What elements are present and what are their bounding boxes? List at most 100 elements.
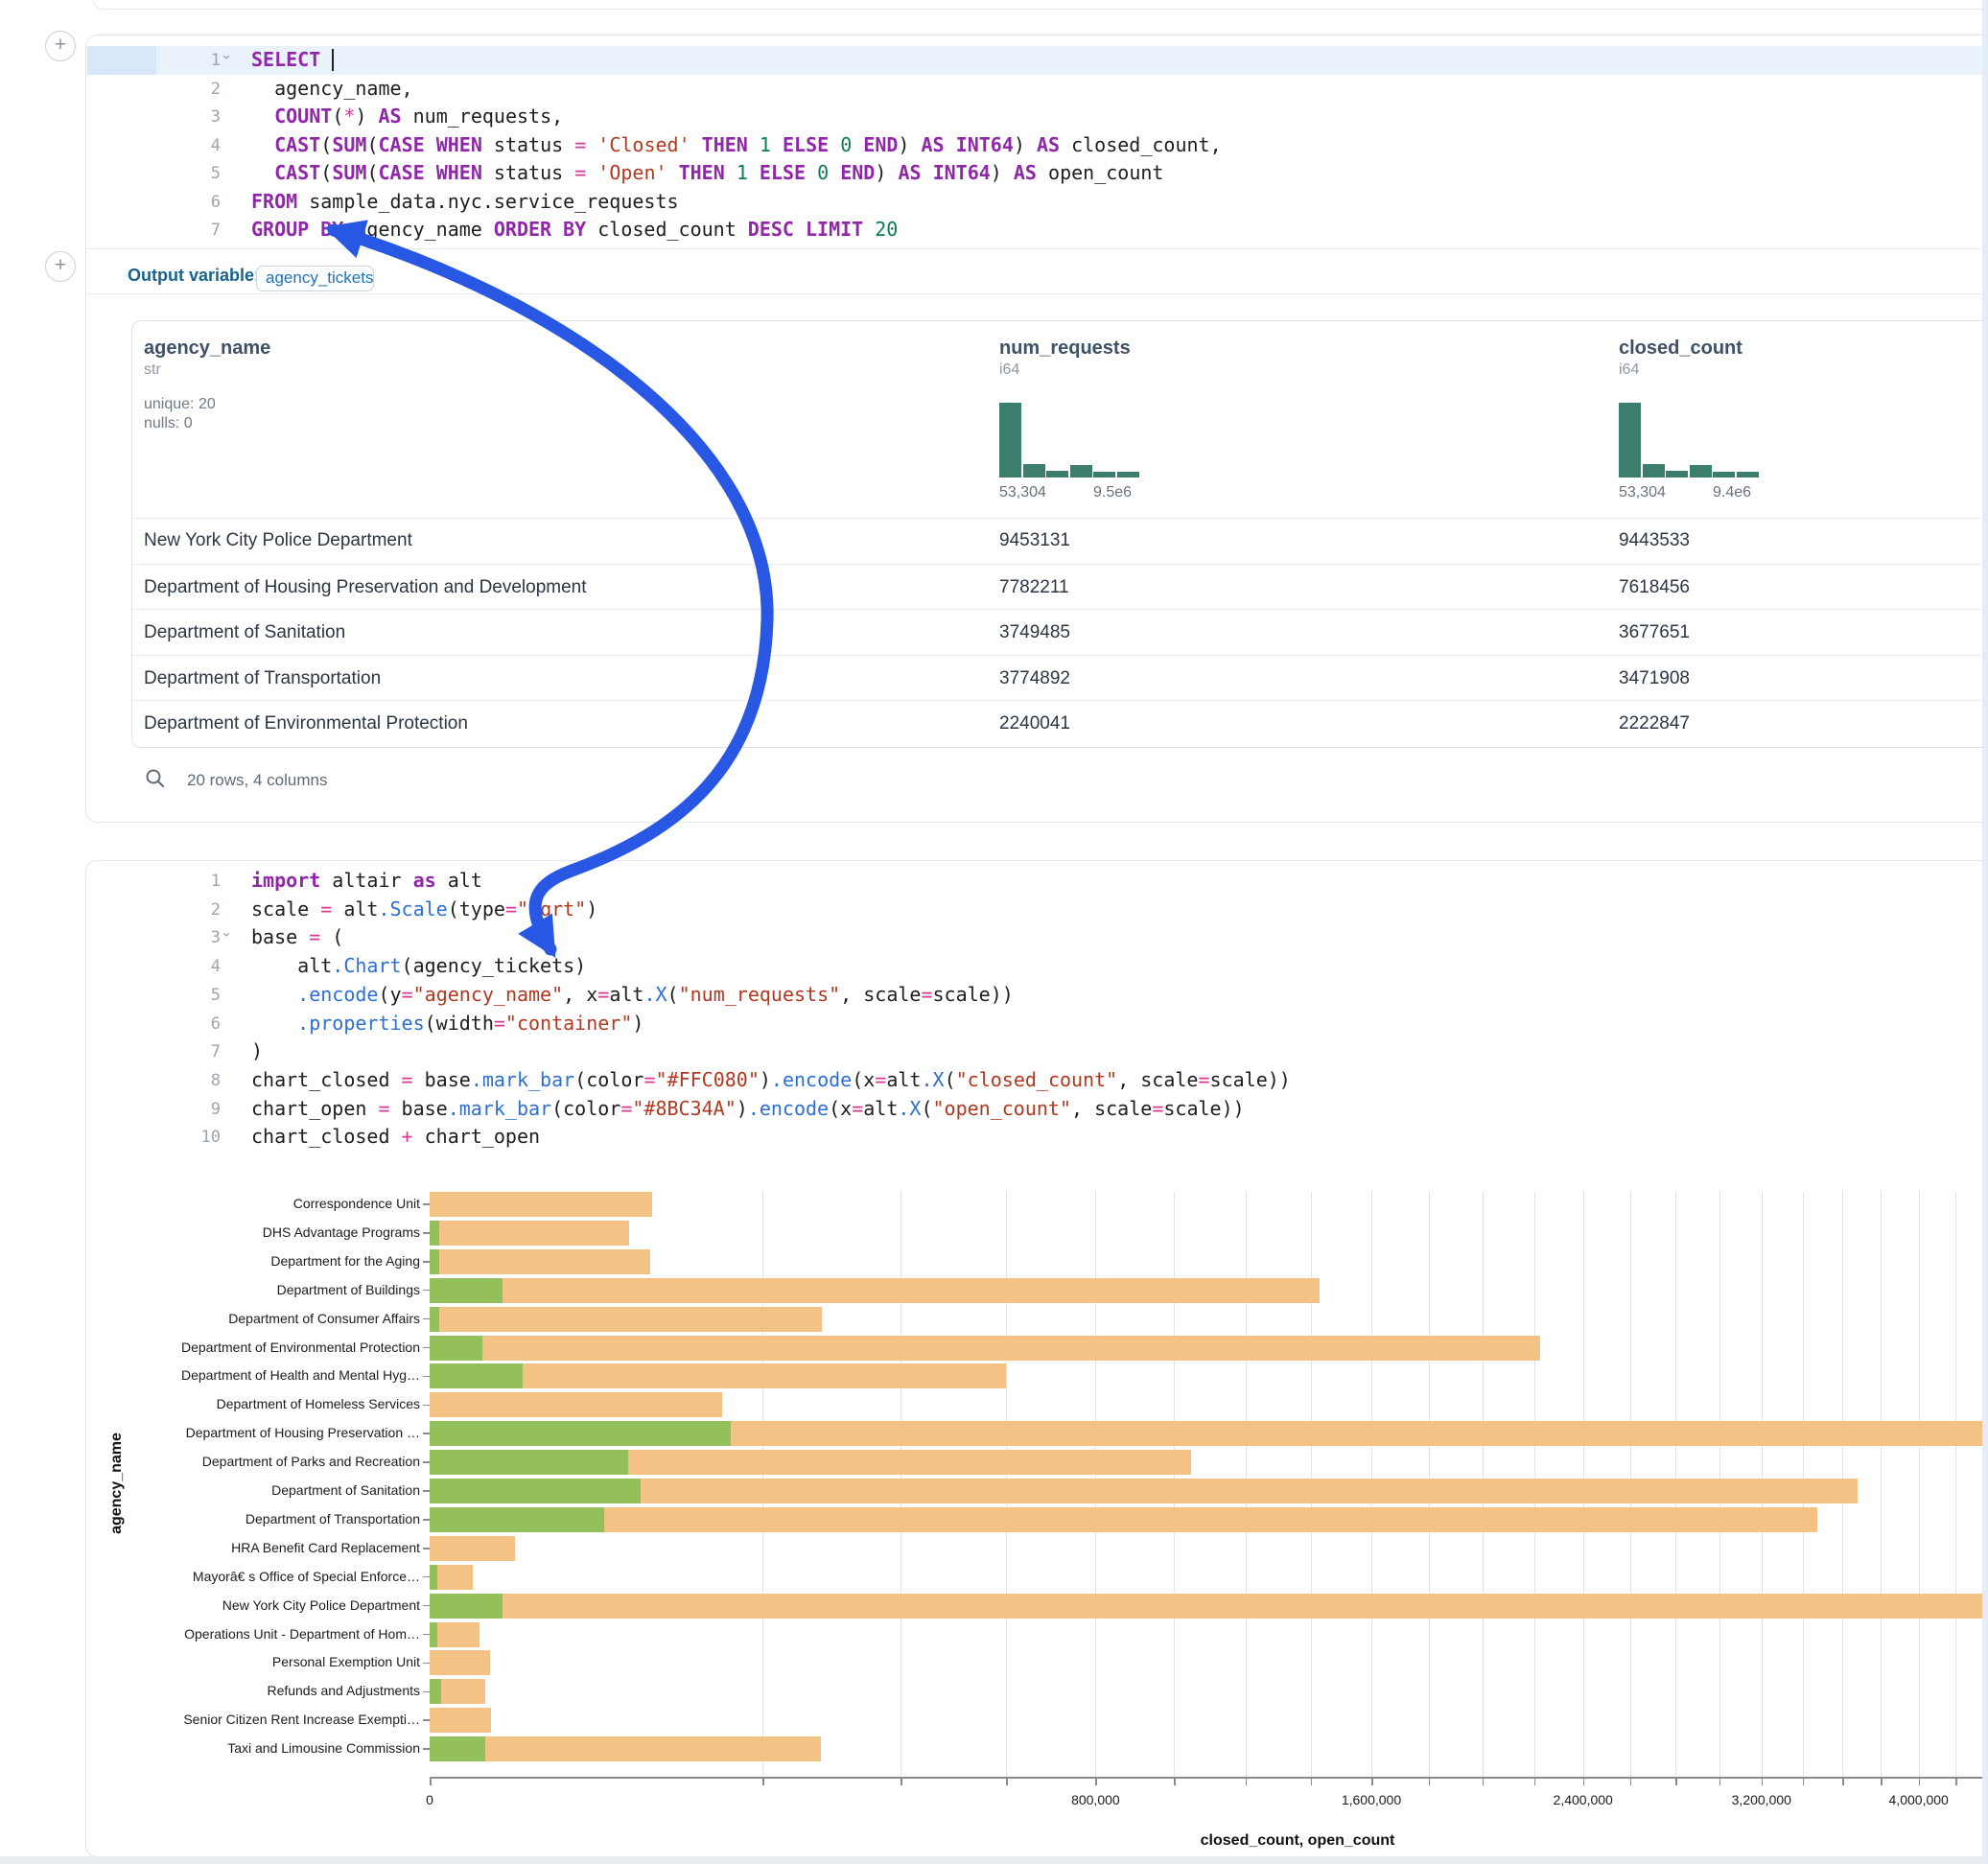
bar-open-count: [430, 1594, 503, 1619]
y-axis-label: Operations Unit - Department of Hom…: [123, 1626, 420, 1642]
histogram-bar: [1666, 471, 1688, 478]
histogram-bar: [1093, 472, 1115, 478]
y-axis-tick: [423, 1605, 430, 1607]
add-cell-button-middle[interactable]: +: [45, 251, 76, 282]
code-line[interactable]: agency_name,: [251, 75, 413, 104]
histogram-bar: [1117, 472, 1139, 478]
y-axis-tick: [423, 1203, 430, 1205]
bar-open-count: [430, 1221, 439, 1246]
x-axis-tick: [1803, 1779, 1805, 1785]
table-row[interactable]: Department of Housing Preservation and D…: [132, 564, 1988, 611]
add-cell-button-top[interactable]: +: [45, 31, 76, 61]
bar-open-count: [430, 1565, 437, 1590]
bar-closed-count: [430, 1650, 490, 1675]
y-axis-label: Department for the Aging: [123, 1253, 420, 1269]
table-cell: 7782211: [999, 565, 1069, 611]
line-number: 2: [182, 76, 221, 104]
bar-open-count: [430, 1736, 485, 1761]
y-axis-tick: [423, 1490, 430, 1492]
bar-closed-count: [430, 1708, 491, 1733]
x-axis-tick: [900, 1779, 902, 1785]
y-axis-label: Mayorâ€ s Office of Special Enforce…: [123, 1569, 420, 1584]
y-axis-tick: [423, 1719, 430, 1721]
x-axis-tick: [1371, 1779, 1373, 1785]
table-cell: 2222847: [1619, 701, 1690, 747]
x-axis-tick: [1483, 1779, 1485, 1785]
bar-open-count: [430, 1363, 523, 1388]
x-axis-title: closed_count, open_count: [1144, 1832, 1451, 1850]
table-cell: 3471908: [1619, 656, 1690, 702]
x-axis-tick-label: 1,600,000: [1304, 1792, 1438, 1807]
y-axis-label: New York City Police Department: [123, 1597, 420, 1613]
y-axis-label: Department of Consumer Affairs: [123, 1311, 420, 1326]
bar-closed-count: [430, 1507, 1817, 1532]
x-axis-tick: [1429, 1779, 1431, 1785]
x-axis-tick: [1006, 1779, 1008, 1785]
column-header[interactable]: agency_name: [144, 338, 270, 360]
search-icon[interactable]: [145, 768, 166, 789]
histogram-min-label: 53,304: [1619, 484, 1666, 501]
x-axis-tick: [1675, 1779, 1677, 1785]
y-axis-tick: [423, 1748, 430, 1750]
histogram-bar: [1619, 403, 1641, 478]
y-axis-tick: [423, 1548, 430, 1549]
fold-chevron-icon[interactable]: ›: [219, 55, 235, 59]
bar-open-count: [430, 1336, 482, 1361]
table-cell: Department of Environmental Protection: [144, 701, 468, 747]
bar-open-count: [430, 1622, 437, 1647]
y-axis-tick: [423, 1261, 430, 1263]
altair-chart: Correspondence UnitDHS Advantage Program…: [86, 861, 1988, 1856]
x-axis-tick-label: 4,000,000: [1852, 1792, 1986, 1807]
y-axis-label: Department of Transportation: [123, 1511, 420, 1526]
column-header[interactable]: num_requests: [999, 338, 1131, 360]
code-line[interactable]: CAST(SUM(CASE WHEN status = 'Closed' THE…: [251, 131, 1222, 160]
line-number: 7: [182, 217, 221, 245]
line-number: 6: [182, 189, 221, 217]
histogram-max-label: 9.5e6: [1093, 484, 1132, 501]
result-table: agency_namestrunique: 20nulls: 0num_requ…: [131, 320, 1988, 748]
table-cell: 2240041: [999, 701, 1070, 747]
histogram-bar: [999, 403, 1021, 478]
x-axis-tick: [1583, 1779, 1585, 1785]
sql-code-area[interactable]: 1›SELECT 2 agency_name,3 COUNT(*) AS num…: [86, 35, 1988, 248]
code-line[interactable]: CAST(SUM(CASE WHEN status = 'Open' THEN …: [251, 159, 1163, 188]
bar-closed-count: [430, 1192, 652, 1217]
y-axis-label: Department of Homeless Services: [123, 1396, 420, 1411]
x-axis-tick-label: 2,400,000: [1516, 1792, 1650, 1807]
y-axis-label: Department of Sanitation: [123, 1482, 420, 1498]
table-cell: Department of Transportation: [144, 656, 381, 702]
line-number: 4: [182, 132, 221, 160]
y-axis-tick: [423, 1519, 430, 1521]
code-line[interactable]: GROUP BY agency_name ORDER BY closed_cou…: [251, 216, 898, 245]
x-axis-tick: [1095, 1779, 1097, 1785]
histogram-bar: [1070, 465, 1092, 478]
x-axis-tick: [1246, 1779, 1248, 1785]
y-axis-tick: [423, 1461, 430, 1463]
table-row[interactable]: New York City Police Department945313194…: [132, 518, 1988, 564]
column-stat: unique: 20: [144, 396, 216, 413]
table-cell: 3774892: [999, 656, 1070, 702]
y-axis-tick: [423, 1405, 430, 1407]
output-variable-pill[interactable]: agency_tickets: [256, 266, 374, 291]
column-type: i64: [999, 361, 1019, 379]
table-row[interactable]: Department of Sanitation37494853677651: [132, 609, 1988, 656]
x-axis-tick: [1762, 1779, 1764, 1785]
y-axis-tick: [423, 1290, 430, 1292]
table-row[interactable]: Department of Environmental Protection 22…: [132, 700, 1988, 747]
x-axis-tick-label: 0: [363, 1792, 497, 1807]
bar-closed-count: [430, 1336, 1540, 1361]
y-axis-label: Refunds and Adjustments: [123, 1683, 420, 1698]
x-axis-tick: [1919, 1779, 1921, 1785]
bar-open-count: [430, 1278, 503, 1303]
x-axis-line: [430, 1777, 1988, 1779]
y-axis-tick: [423, 1347, 430, 1349]
column-header[interactable]: closed_count: [1619, 338, 1742, 360]
table-row[interactable]: Department of Transportation 3774892 34719…: [132, 655, 1988, 702]
table-cell: 7618456: [1619, 565, 1690, 611]
bar-closed-count: [430, 1536, 515, 1561]
code-line[interactable]: SELECT: [251, 46, 334, 75]
code-line[interactable]: COUNT(*) AS num_requests,: [251, 103, 563, 131]
code-line[interactable]: FROM sample_data.nyc.service_requests: [251, 188, 679, 217]
x-axis-tick-label: 800,000: [1028, 1792, 1162, 1807]
output-variable-value: agency_tickets: [257, 267, 373, 290]
